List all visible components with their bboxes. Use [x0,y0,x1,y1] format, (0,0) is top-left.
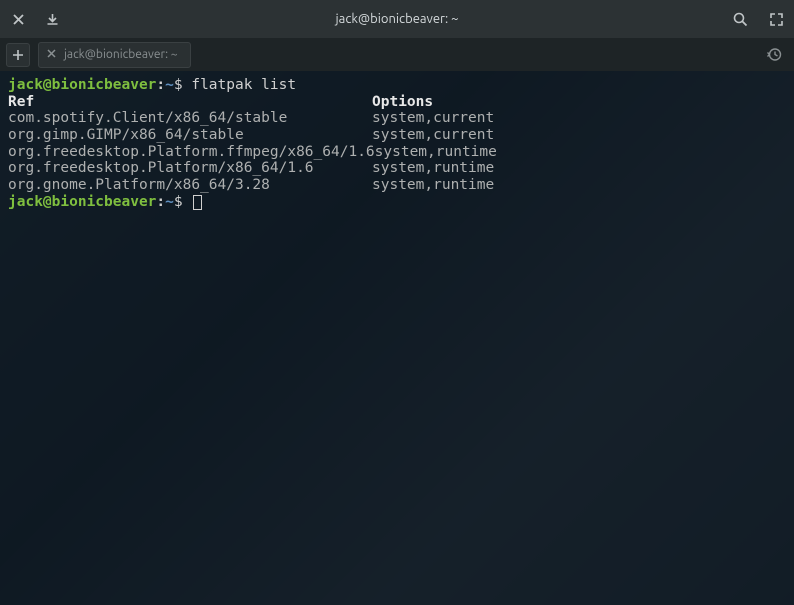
terminal-window: jack@bionicbeaver: ~ jack@bionicbeaver: … [0,0,794,605]
prompt-sep: : [156,194,165,210]
tab-terminal[interactable]: jack@bionicbeaver: ~ [38,42,191,68]
history-icon[interactable] [767,47,782,62]
window-title: jack@bionicbeaver: ~ [336,12,459,26]
table-row: org.freedesktop.Platform.ffmpeg/x86_64/1… [8,144,786,161]
tab-label: jack@bionicbeaver: ~ [64,48,178,61]
prompt-user: jack@bionicbeaver [8,77,156,93]
prompt-path: ~ [165,194,174,210]
prompt-path: ~ [165,77,174,93]
header-ref: Ref [8,94,372,111]
table-row: org.freedesktop.Platform/x86_64/1.6syste… [8,160,786,177]
prompt-dollar: $ [174,194,183,210]
titlebar: jack@bionicbeaver: ~ [0,0,794,38]
prompt-sep: : [156,77,165,93]
tabbar: jack@bionicbeaver: ~ [0,38,794,71]
prompt-user: jack@bionicbeaver [8,194,156,210]
tab-close-icon[interactable] [47,48,56,61]
search-icon[interactable] [732,11,748,27]
prompt-dollar: $ [174,77,183,93]
close-icon[interactable] [10,11,26,27]
command-text: flatpak list [191,77,296,93]
fullscreen-icon[interactable] [768,11,784,27]
cursor [193,195,202,210]
table-row: com.spotify.Client/x86_64/stablesystem,c… [8,110,786,127]
titlebar-left-controls [10,11,60,27]
new-tab-button[interactable] [6,43,30,67]
download-icon[interactable] [44,11,60,27]
titlebar-right-controls [732,11,784,27]
table-row: org.gimp.GIMP/x86_64/stablesystem,curren… [8,127,786,144]
terminal-output[interactable]: jack@bionicbeaver:~$ flatpak listRefOpti… [0,71,794,605]
header-options: Options [372,94,433,110]
table-row: org.gnome.Platform/x86_64/3.28system,run… [8,177,786,194]
